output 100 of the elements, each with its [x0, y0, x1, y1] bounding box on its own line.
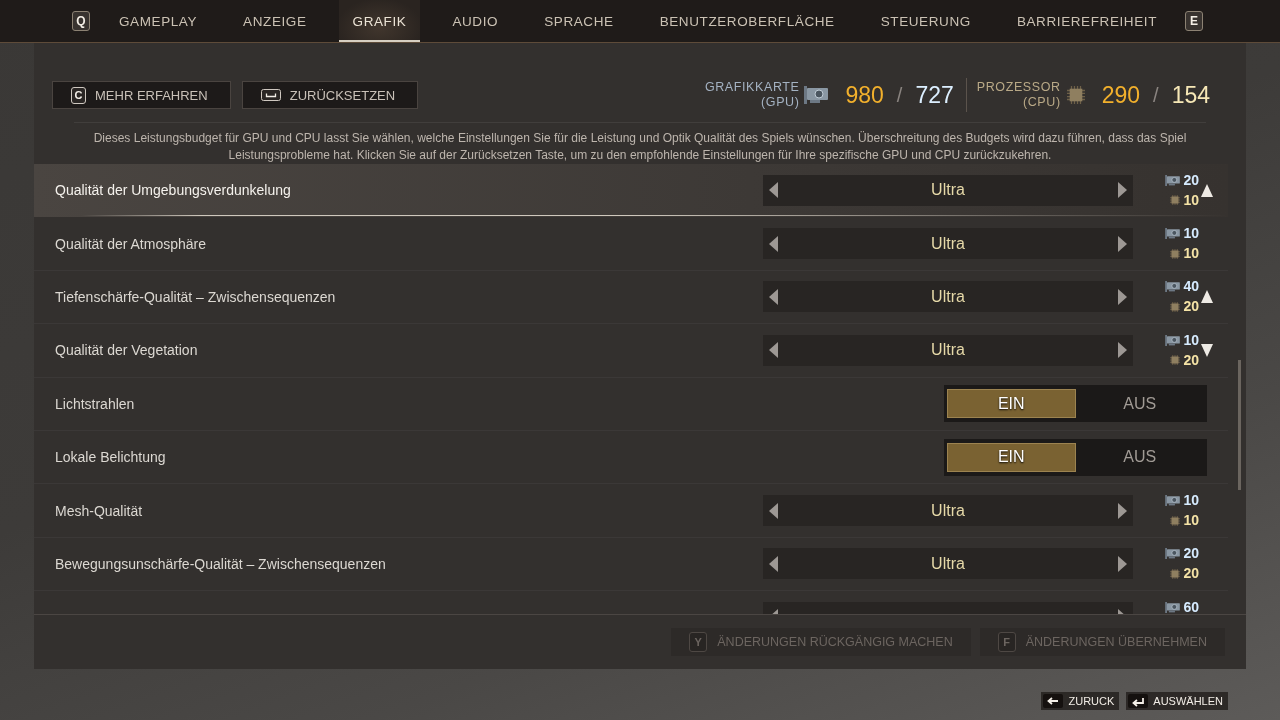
setting-row[interactable]: Lichtstrahlen EIN AUS — [34, 377, 1228, 431]
chip-icon — [1066, 86, 1085, 104]
graphics-card-icon — [1165, 601, 1181, 613]
toggle-option[interactable]: AUS — [1075, 442, 1204, 472]
budget-label: PROZESSOR — [976, 80, 1061, 95]
budget-limit: 154 — [1171, 81, 1210, 109]
setting-label: Tiefenschärfe-Qualität – Zwischensequenzen — [55, 288, 336, 305]
tab[interactable]: GAMEPLAY — [105, 0, 212, 42]
spacebar-key-icon — [260, 89, 281, 101]
budget-used: 980 — [845, 81, 884, 109]
tab[interactable]: BENUTZEROBERFLÄCHE — [645, 0, 849, 42]
select-button[interactable]: AUSWÄHLEN — [1126, 692, 1228, 710]
setting-row[interactable]: Bewegungsunschärfe-Qualität – Zwischensequenzen Ultra 20 20 — [34, 537, 1228, 592]
tab[interactable]: GRAFIK — [338, 0, 421, 42]
option-selector[interactable]: Ultra — [763, 334, 1133, 366]
right-arrow-icon[interactable] — [1118, 502, 1127, 519]
left-arrow-icon[interactable] — [769, 342, 778, 359]
setting-row[interactable]: Mesh-Qualität Ultra 10 10 — [34, 484, 1228, 538]
left-arrow-icon[interactable] — [769, 555, 778, 572]
key-hint: E — [1185, 11, 1203, 31]
graphics-card-icon — [1165, 548, 1181, 560]
gpu-cost: 10 — [1183, 226, 1199, 242]
cpu-cost: 10 — [1183, 513, 1199, 529]
gpu-cost: 10 — [1183, 332, 1199, 348]
setting-label: Lichtstrahlen — [55, 395, 135, 412]
tab[interactable]: AUDIO — [438, 0, 513, 42]
reset-button[interactable]: ZURÜCKSETZEN — [241, 81, 419, 109]
setting-row[interactable]: Qualität der Atmosphäre Ultra 10 10 — [34, 217, 1228, 271]
gpu-cost: 10 — [1183, 493, 1199, 509]
gpu-cost: 60 — [1183, 599, 1199, 614]
gpu-cost: 20 — [1183, 546, 1199, 562]
learn-more-button[interactable]: C MEHR ERFAHREN — [52, 81, 231, 109]
chip-icon — [1170, 195, 1181, 206]
setting-row[interactable]: Tiefenschärfe-Qualität – Zwischensequenzen Ultra 40 20 — [34, 270, 1228, 325]
graphics-card-icon — [804, 86, 829, 104]
option-selector[interactable]: Ultra — [763, 228, 1133, 260]
option-selector[interactable]: Ultra — [763, 495, 1133, 527]
up-arrow-icon — [1201, 183, 1213, 197]
budget-sublabel: (GPU) — [761, 95, 800, 110]
tab[interactable]: ANZEIGE — [229, 0, 321, 42]
chip-icon — [1170, 355, 1181, 366]
down-arrow-icon — [1201, 343, 1213, 357]
setting-label: Qualität der Atmosphäre — [55, 235, 206, 252]
right-arrow-icon[interactable] — [1118, 555, 1127, 572]
setting-row[interactable]: Qualität der Umgebungsverdunkelung Ultra 20 10 — [34, 164, 1228, 218]
left-arrow-key-icon — [1043, 694, 1064, 708]
cpu-cost: 20 — [1183, 352, 1199, 368]
chip-icon — [1170, 515, 1181, 526]
setting-row[interactable]: Lokale Belichtung EIN AUS — [34, 430, 1228, 485]
right-arrow-icon[interactable] — [1118, 235, 1127, 252]
chip-icon — [1170, 301, 1181, 312]
key-hint: Y — [689, 632, 708, 652]
enter-key-icon — [1128, 694, 1149, 708]
budget-separator: / — [896, 83, 903, 107]
toggle-option[interactable]: AUS — [1075, 389, 1204, 419]
cpu-cost: 10 — [1183, 246, 1199, 262]
tab[interactable]: STEUERUNG — [866, 0, 985, 42]
setting-label: Qualität der Umgebungsverdunkelung — [55, 182, 291, 199]
cpu-cost: 10 — [1183, 192, 1199, 208]
back-button[interactable]: ZURUCK — [1041, 692, 1120, 710]
chip-icon — [1170, 248, 1181, 259]
graphics-card-icon — [1165, 495, 1181, 507]
key-hint: Q — [72, 11, 90, 31]
option-selector[interactable]: Ultra — [763, 281, 1133, 313]
right-arrow-icon[interactable] — [1118, 288, 1127, 305]
setting-label: Bewegungsunschärfe-Qualität – Zwischensequenzen — [55, 555, 386, 572]
tab[interactable]: SPRACHE — [530, 0, 628, 42]
budget-separator: / — [1153, 83, 1159, 107]
setting-row[interactable]: Qualität der Vegetation Ultra 10 20 — [34, 324, 1228, 378]
toggle-option[interactable]: EIN — [947, 389, 1076, 419]
description-text: Dieses Leistungsbudget für GPU und CPU lasst Sie wählen, welche Einstellungen Sie für die Leistung und Optik Qualität des Spiels wünschen. Überschreitung des Budgets wird dazu führen, dass das Spiel Leistungsprobleme hat. Klicken Sie auf der Zurücksetzen Taste, um zu den empfohlende Einstellungen für Ihre spezifische GPU und CPU zurückzukehren. — [92, 130, 1188, 164]
budget-limit: 727 — [915, 81, 954, 109]
graphics-card-icon — [1165, 228, 1181, 240]
setting-label: Qualität der Vegetation — [55, 342, 198, 359]
right-arrow-icon[interactable] — [1118, 182, 1127, 199]
toggle-option[interactable]: EIN — [947, 442, 1076, 472]
option-selector[interactable]: Ultra — [763, 548, 1133, 580]
cpu-cost: 20 — [1183, 299, 1199, 315]
cpu-cost: 20 — [1183, 566, 1199, 582]
key-hint: C — [71, 86, 86, 104]
scrollbar-thumb[interactable] — [1238, 360, 1241, 490]
chip-icon — [1170, 568, 1181, 579]
gpu-cost: 40 — [1183, 279, 1199, 295]
graphics-card-icon — [1165, 334, 1181, 346]
budget-sublabel: (CPU) — [1022, 95, 1061, 110]
tab[interactable]: BARRIEREFREIHEIT — [1002, 0, 1171, 42]
setting-label: Mesh-Qualität — [55, 502, 143, 519]
budget-label: GRAFIKKARTE — [704, 80, 800, 95]
graphics-card-icon — [1165, 174, 1181, 186]
left-arrow-icon[interactable] — [769, 502, 778, 519]
left-arrow-icon[interactable] — [769, 235, 778, 252]
budget-used: 290 — [1101, 81, 1141, 109]
up-arrow-icon — [1201, 290, 1213, 304]
right-arrow-icon[interactable] — [1118, 342, 1127, 359]
setting-label: Lokale Belichtung — [55, 449, 166, 466]
left-arrow-icon[interactable] — [769, 182, 778, 199]
option-selector[interactable]: Ultra — [763, 174, 1133, 206]
graphics-card-icon — [1165, 281, 1181, 293]
left-arrow-icon[interactable] — [769, 288, 778, 305]
setting-row[interactable]: 60 — [34, 591, 1228, 614]
